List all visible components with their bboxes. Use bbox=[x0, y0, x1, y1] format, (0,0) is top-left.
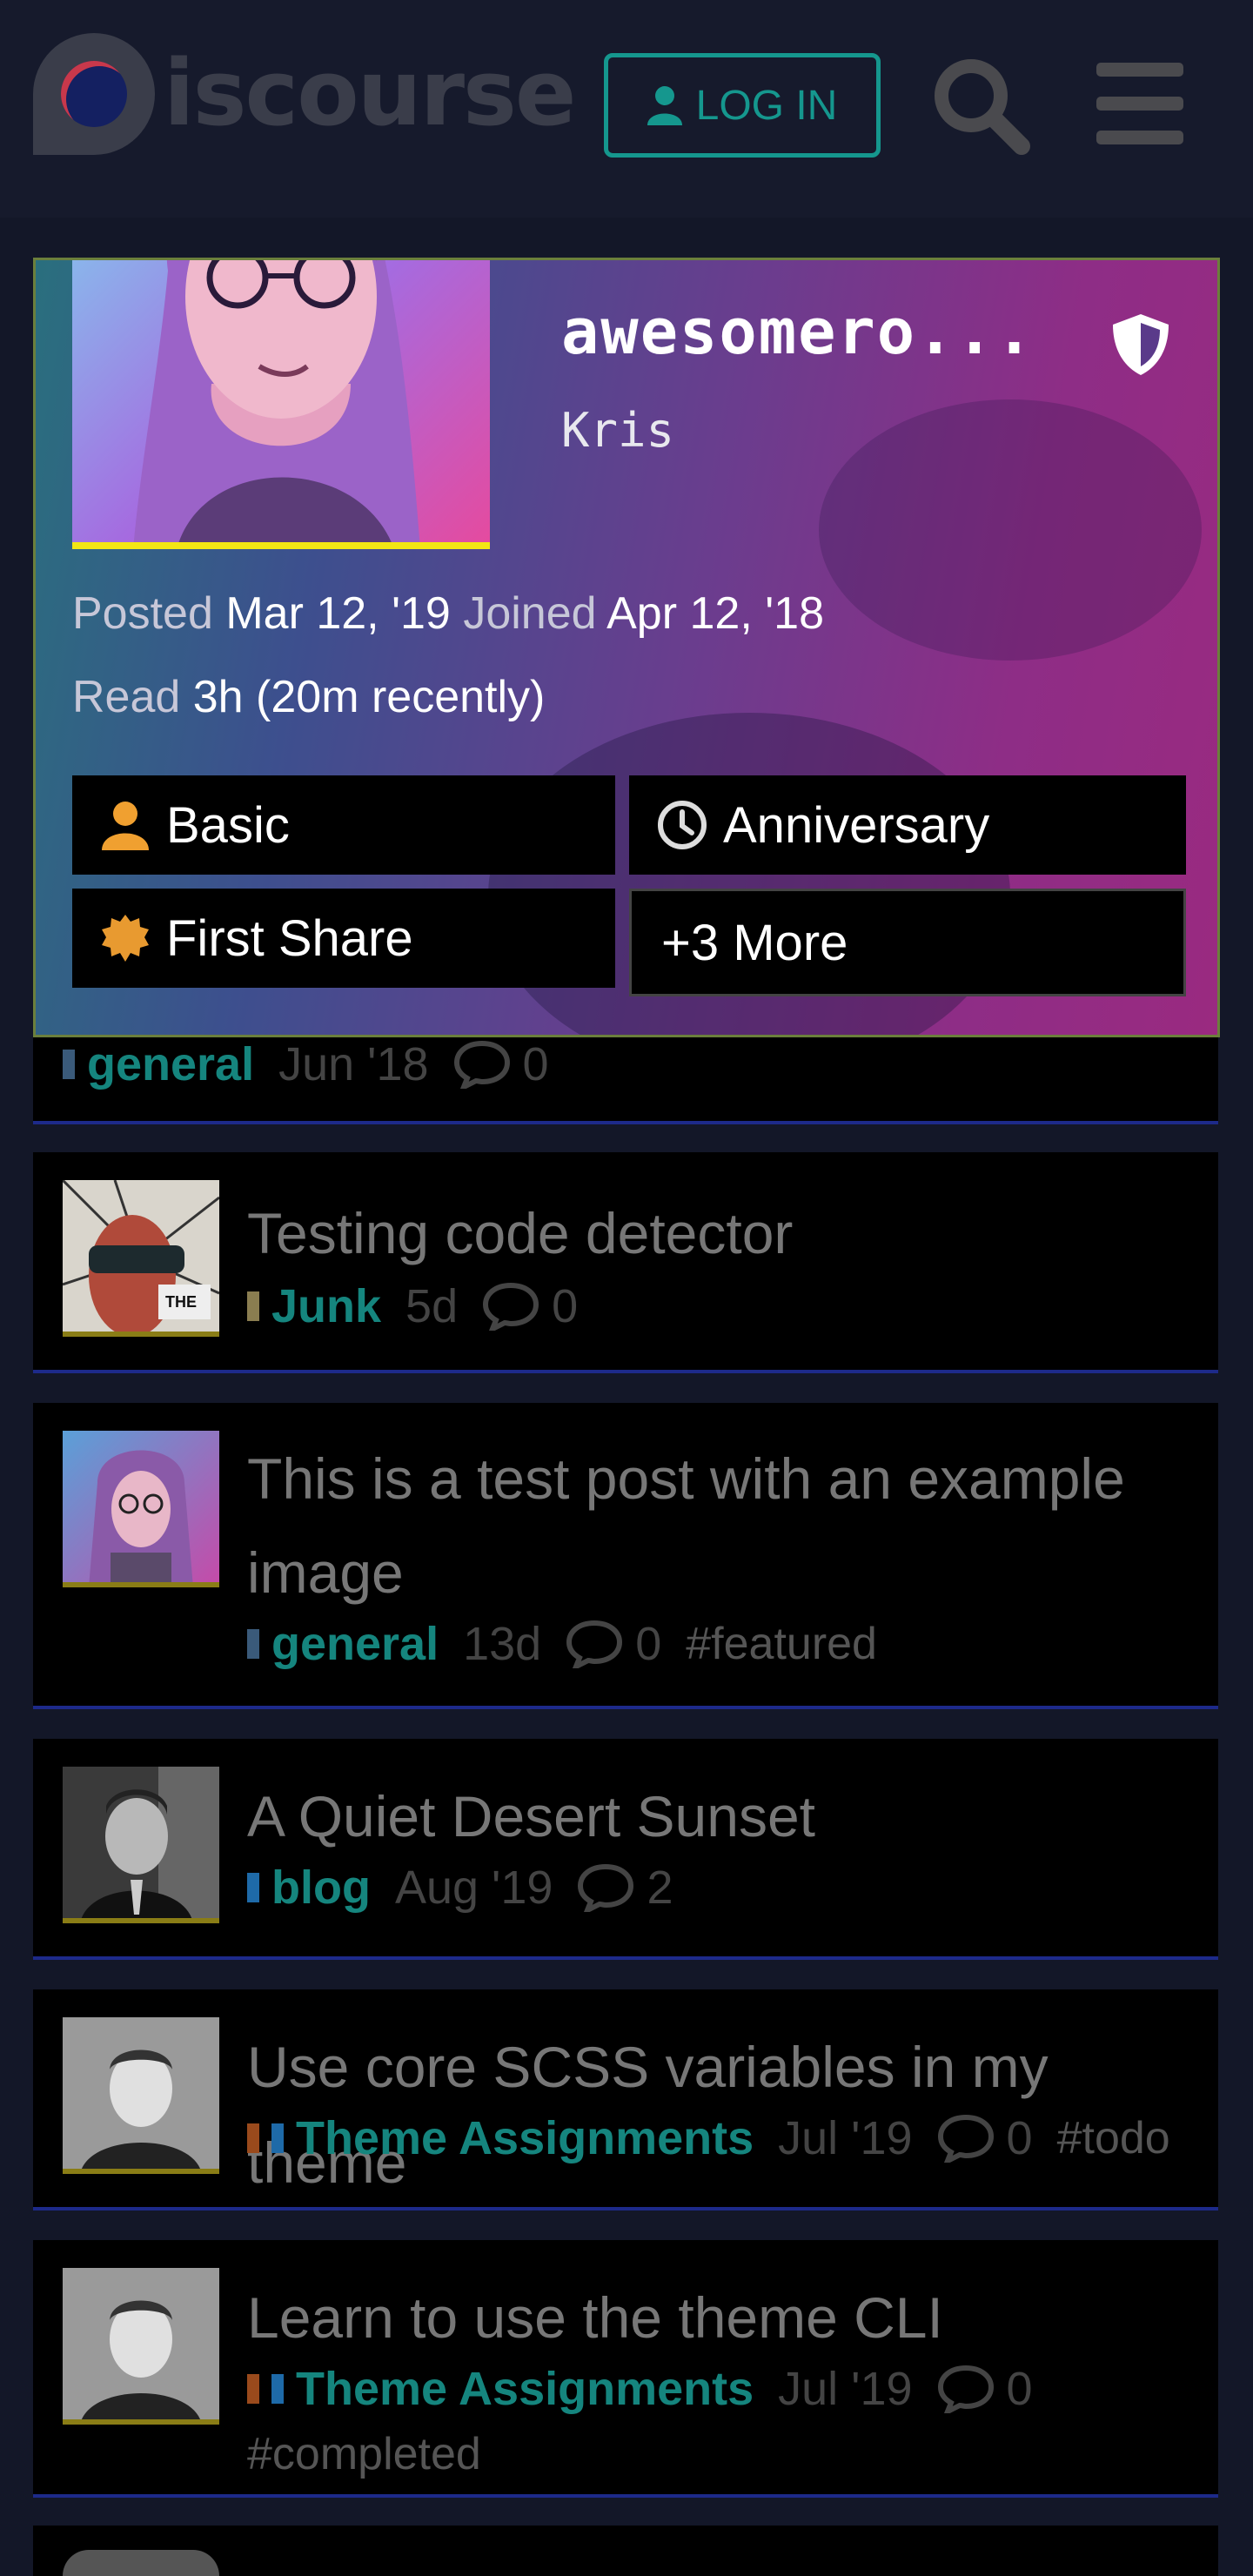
user-full-name: Kris bbox=[561, 403, 675, 458]
user-card: awesomero... Kris Posted Mar 12, '19 Joi… bbox=[33, 258, 1220, 1037]
login-label: LOG IN bbox=[695, 82, 838, 129]
badge-first-share[interactable]: First Share bbox=[72, 889, 615, 988]
card-background-shape bbox=[819, 399, 1202, 661]
topic-list-item-next[interactable] bbox=[33, 2526, 1218, 2576]
clock-icon bbox=[658, 801, 707, 849]
topic-list-item[interactable]: Use core SCSS variables in my theme Them… bbox=[33, 1989, 1218, 2210]
reply-count: 0 bbox=[482, 1279, 578, 1333]
logo-mark-icon bbox=[33, 33, 155, 155]
moderator-shield-icon bbox=[1113, 314, 1169, 375]
badge-basic[interactable]: Basic bbox=[72, 775, 615, 875]
svg-text:THE: THE bbox=[165, 1293, 197, 1311]
topic-date: Aug '19 bbox=[394, 1862, 553, 1914]
topic-meta: general Jun '18 0 bbox=[63, 1037, 549, 1091]
reply-count: 0 bbox=[566, 1617, 661, 1671]
comment-icon bbox=[566, 1620, 623, 1668]
topic-author-avatar[interactable] bbox=[63, 2550, 219, 2576]
topic-title-line-1[interactable]: This is a test post with an example bbox=[247, 1431, 1125, 1526]
topic-tag[interactable]: #todo bbox=[1057, 2112, 1170, 2164]
user-icon bbox=[102, 802, 149, 850]
topic-list-item[interactable]: Learn to use the theme CLI Theme Assignm… bbox=[33, 2240, 1218, 2498]
topic-meta: Theme Assignments Jul '19 0 bbox=[247, 2362, 1033, 2416]
topic-date: Jul '19 bbox=[778, 2112, 913, 2164]
topic-list-item[interactable]: A Quiet Desert Sunset blog Aug '19 2 bbox=[33, 1739, 1218, 1960]
user-stats-read: Read 3h (20m recently) bbox=[72, 672, 546, 722]
comment-icon bbox=[937, 2114, 994, 2163]
topic-meta: general 13d 0 #featured bbox=[247, 1617, 877, 1671]
topic-meta: blog Aug '19 2 bbox=[247, 1861, 673, 1915]
reply-count: 0 bbox=[937, 2362, 1033, 2416]
category-badge[interactable]: Theme Assignments bbox=[247, 2111, 754, 2165]
comment-icon bbox=[483, 1282, 539, 1331]
reply-count: 0 bbox=[937, 2111, 1033, 2165]
topic-tag[interactable]: #featured bbox=[686, 1618, 877, 1670]
topic-date: 13d bbox=[463, 1618, 542, 1670]
user-stats-dates: Posted Mar 12, '19 Joined Apr 12, '18 bbox=[72, 588, 824, 639]
topic-author-avatar[interactable]: THE bbox=[63, 1180, 219, 1337]
topic-date: Jul '19 bbox=[778, 2363, 913, 2415]
hamburger-menu-icon[interactable] bbox=[1096, 63, 1183, 144]
badge-anniversary[interactable]: Anniversary bbox=[629, 775, 1186, 875]
topic-title[interactable]: Learn to use the theme CLI bbox=[247, 2270, 943, 2365]
login-button[interactable]: LOG IN bbox=[604, 53, 881, 158]
topic-author-avatar[interactable] bbox=[63, 1431, 219, 1587]
topic-meta: Theme Assignments Jul '19 0 #todo bbox=[247, 2111, 1170, 2165]
topic-title[interactable]: Testing code detector bbox=[247, 1185, 793, 1281]
user-avatar[interactable] bbox=[72, 260, 490, 549]
comment-icon bbox=[453, 1040, 510, 1089]
topic-author-avatar[interactable] bbox=[63, 1767, 219, 1923]
category-badge[interactable]: Theme Assignments bbox=[247, 2362, 754, 2416]
category-badge[interactable]: Junk bbox=[247, 1279, 381, 1333]
badge-more-button[interactable]: +3 More bbox=[629, 889, 1186, 996]
topic-list-item[interactable]: THE Testing code detector Junk 5d 0 bbox=[33, 1152, 1218, 1373]
reply-count: 0 bbox=[453, 1037, 549, 1091]
topic-meta: Junk 5d 0 bbox=[247, 1279, 578, 1333]
username[interactable]: awesomero... bbox=[561, 295, 1035, 368]
category-badge[interactable]: general bbox=[247, 1617, 439, 1671]
category-badge[interactable]: blog bbox=[247, 1861, 371, 1915]
logo-text: iscourse bbox=[164, 40, 576, 146]
topic-author-avatar[interactable] bbox=[63, 2268, 219, 2425]
category-badge[interactable]: general bbox=[63, 1037, 254, 1091]
search-icon[interactable] bbox=[928, 52, 1032, 157]
topic-date: 5d bbox=[405, 1280, 459, 1332]
topic-list-item[interactable]: This is a test post with an example imag… bbox=[33, 1403, 1218, 1709]
comment-icon bbox=[578, 1863, 634, 1912]
topic-title[interactable]: A Quiet Desert Sunset bbox=[247, 1768, 815, 1864]
comment-icon bbox=[937, 2365, 994, 2413]
certificate-icon bbox=[102, 915, 149, 962]
discourse-logo[interactable]: iscourse bbox=[33, 33, 576, 172]
user-icon bbox=[647, 86, 682, 125]
topic-tag[interactable]: #completed bbox=[247, 2428, 481, 2480]
topic-date: Jun '18 bbox=[278, 1038, 429, 1090]
topic-title-line-2[interactable]: image bbox=[247, 1525, 404, 1620]
topic-author-avatar[interactable] bbox=[63, 2017, 219, 2174]
reply-count: 2 bbox=[577, 1861, 673, 1915]
site-header: iscourse LOG IN bbox=[0, 0, 1253, 218]
